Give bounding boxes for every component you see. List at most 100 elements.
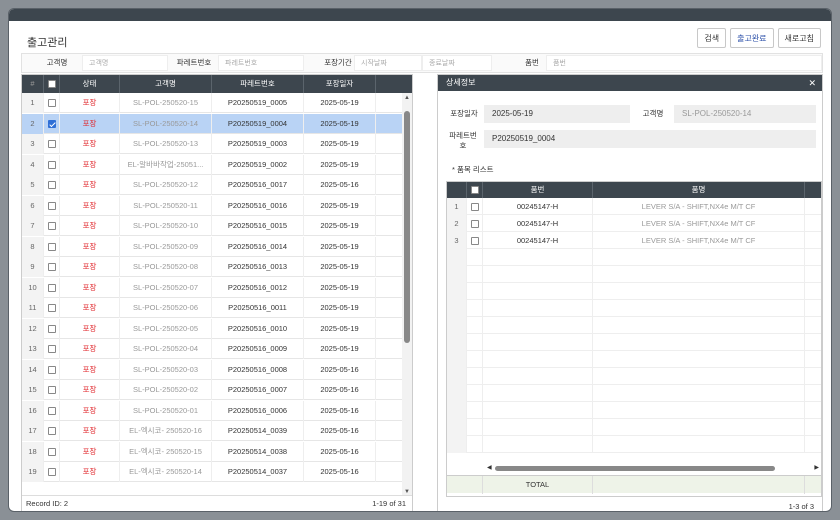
col-checkbox[interactable] (44, 75, 60, 93)
table-row[interactable]: 5 포장 SL-POL-250520-12 P20250516_0017 2025-05… (22, 175, 404, 195)
table-row[interactable]: 3 포장 SL-POL-250520-13 P20250519_0003 2025-05… (22, 134, 404, 154)
item-row[interactable]: 2 00245147-H LEVER S/A - SHIFT,NX4e M/T CF (447, 215, 821, 232)
ship-complete-button[interactable]: 출고완료 (730, 28, 774, 48)
row-checkbox-cell[interactable] (44, 400, 60, 421)
col-customer[interactable]: 고객명 (120, 75, 212, 93)
table-row[interactable]: 10 포장 SL-POL-250520-07 P20250516_0012 2025-0… (22, 277, 404, 298)
pallet-input[interactable]: 파레트번호 (218, 55, 304, 71)
row-checkbox-cell[interactable] (44, 195, 60, 216)
item-row[interactable]: 3 00245147-H LEVER S/A - SHIFT,NX4e M/T CF (447, 232, 821, 249)
refresh-button[interactable]: 새로고침 (777, 28, 821, 48)
row-checkbox-cell[interactable] (44, 359, 60, 380)
row-checkbox-cell[interactable] (44, 113, 60, 134)
h-scroll-thumb[interactable] (495, 466, 775, 471)
row-checkbox[interactable] (47, 222, 56, 231)
table-row[interactable]: 1 포장 SL-POL-250520-15 P20250519_0005 2025-05… (22, 93, 404, 113)
item-checkbox-cell[interactable] (467, 198, 483, 215)
row-checkbox-cell[interactable] (44, 257, 60, 277)
row-checkbox[interactable] (47, 283, 56, 292)
row-checkbox[interactable] (47, 99, 56, 108)
row-checkbox-cell[interactable] (44, 318, 60, 339)
row-checkbox[interactable] (47, 140, 56, 149)
row-checkbox[interactable] (47, 263, 56, 272)
row-checkbox[interactable] (47, 119, 56, 128)
row-checkbox-cell[interactable] (44, 93, 60, 113)
row-checkbox-cell[interactable] (44, 298, 60, 318)
row-checkbox[interactable] (47, 242, 56, 251)
empty-cell (467, 283, 483, 300)
row-checkbox[interactable] (47, 201, 56, 210)
part-input[interactable]: 품번 (546, 55, 822, 71)
status-cell: 포장 (60, 318, 120, 339)
row-checkbox-cell[interactable] (44, 339, 60, 359)
table-row[interactable]: 16 포장 SL-POL-250520-01 P20250516_0006 2025-0… (22, 400, 404, 421)
item-row[interactable]: 1 00245147-H LEVER S/A - SHIFT,NX4e M/T CF (447, 198, 821, 215)
start-date-input[interactable]: 시작날짜 (354, 55, 422, 71)
items-col-name[interactable]: 품명 (593, 182, 805, 198)
row-checkbox-cell[interactable] (44, 236, 60, 257)
pallet-cell: P20250516_0015 (212, 216, 304, 236)
horizontal-scrollbar[interactable]: ◀ ▶ (487, 464, 819, 472)
row-checkbox[interactable] (47, 181, 56, 190)
row-checkbox-cell[interactable] (44, 421, 60, 441)
item-checkbox[interactable] (470, 220, 479, 229)
row-checkbox[interactable] (47, 345, 56, 354)
customer-input[interactable]: 고객명 (82, 55, 168, 71)
table-row[interactable]: 11 포장 SL-POL-250520-06 P20250516_0011 2025-0… (22, 298, 404, 318)
table-row[interactable]: 13 포장 SL-POL-250520-04 P20250516_0009 2025-0… (22, 339, 404, 359)
scroll-right-icon[interactable]: ▶ (814, 464, 819, 471)
row-checkbox-cell[interactable] (44, 134, 60, 154)
row-checkbox-cell[interactable] (44, 441, 60, 462)
select-all-checkbox[interactable] (47, 80, 56, 89)
row-checkbox[interactable] (47, 324, 56, 333)
table-row[interactable]: 12 포장 SL-POL-250520-05 P20250516_0010 2025-0… (22, 318, 404, 339)
items-col-checkbox[interactable] (467, 182, 483, 198)
scroll-left-icon[interactable]: ◀ (487, 464, 492, 471)
col-status[interactable]: 상태 (60, 75, 120, 93)
table-row[interactable]: 15 포장 SL-POL-250520-02 P20250516_0007 2025-0… (22, 380, 404, 400)
empty-cell (467, 351, 483, 368)
row-checkbox[interactable] (47, 304, 56, 313)
row-checkbox[interactable] (47, 447, 56, 456)
row-checkbox[interactable] (47, 406, 56, 415)
table-row[interactable]: 18 포장 EL-엑시코- 250520-15 P20250514_0038 2025-… (22, 441, 404, 462)
col-pallet[interactable]: 파레트번호 (212, 75, 304, 93)
table-row[interactable]: 17 포장 EL-엑시코- 250520-16 P20250514_0039 2025-… (22, 421, 404, 441)
row-checkbox-cell[interactable] (44, 175, 60, 195)
table-row[interactable]: 2 포장 SL-POL-250520-14 P20250519_0004 2025-05… (22, 113, 404, 134)
row-checkbox-cell[interactable] (44, 154, 60, 175)
table-row[interactable]: 8 포장 SL-POL-250520-09 P20250516_0014 2025-05… (22, 236, 404, 257)
row-checkbox[interactable] (47, 427, 56, 436)
date-cell: 2025-05-19 (304, 93, 376, 113)
row-checkbox-cell[interactable] (44, 216, 60, 236)
item-checkbox-cell[interactable] (467, 215, 483, 232)
row-checkbox[interactable] (47, 386, 56, 395)
empty-cell (467, 334, 483, 351)
row-checkbox-cell[interactable] (44, 380, 60, 400)
end-date-input[interactable]: 종료날짜 (422, 55, 492, 71)
row-checkbox-cell[interactable] (44, 462, 60, 482)
table-row[interactable]: 9 포장 SL-POL-250520-08 P20250516_0013 2025-05… (22, 257, 404, 277)
vertical-scrollbar[interactable]: ▲ ▼ (402, 93, 412, 497)
table-row[interactable]: 6 포장 SL-POL-250520-11 P20250516_0016 2025-05… (22, 195, 404, 216)
scroll-thumb[interactable] (404, 111, 410, 343)
search-button[interactable]: 검색 (697, 28, 727, 48)
close-icon[interactable]: ✕ (808, 75, 816, 91)
table-row[interactable]: 19 포장 EL-엑시코- 250520-14 P20250514_0037 2025-… (22, 462, 404, 482)
row-checkbox-cell[interactable] (44, 277, 60, 298)
table-row[interactable]: 7 포장 SL-POL-250520-10 P20250516_0015 2025-05… (22, 216, 404, 236)
table-row[interactable]: 4 포장 EL-알바바작업-25051... P20250519_0002 2025-0… (22, 154, 404, 175)
empty-cell (483, 419, 593, 436)
items-select-all-checkbox[interactable] (470, 186, 479, 195)
item-checkbox-cell[interactable] (467, 232, 483, 249)
items-col-part[interactable]: 품번 (483, 182, 593, 198)
item-checkbox[interactable] (470, 203, 479, 212)
row-checkbox[interactable] (47, 468, 56, 477)
item-checkbox[interactable] (470, 237, 479, 246)
scroll-up-icon[interactable]: ▲ (404, 95, 410, 101)
row-checkbox[interactable] (47, 160, 56, 169)
row-checkbox[interactable] (47, 365, 56, 374)
status-cell: 포장 (60, 441, 120, 462)
col-date[interactable]: 포장일자 (304, 75, 376, 93)
table-row[interactable]: 14 포장 SL-POL-250520-03 P20250516_0008 2025-0… (22, 359, 404, 380)
